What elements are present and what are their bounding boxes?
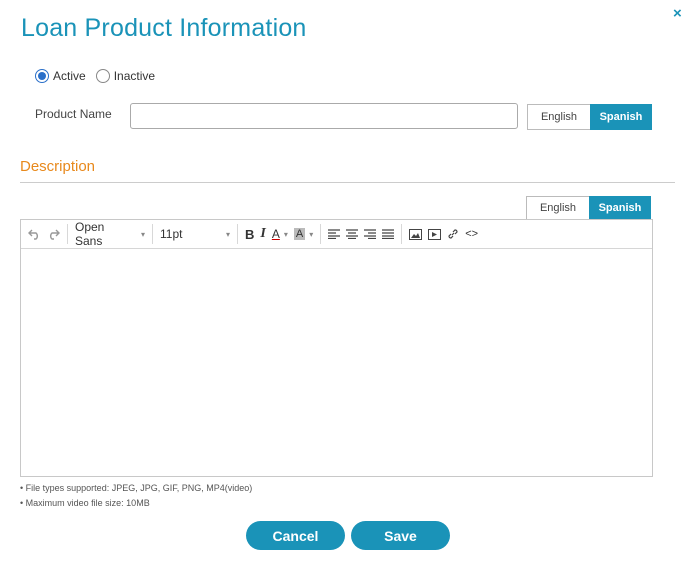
product-name-input[interactable] [130, 103, 518, 129]
radio-inactive[interactable]: Inactive [95, 69, 156, 83]
chevron-down-icon: ▾ [309, 229, 314, 239]
save-button[interactable]: Save [351, 521, 450, 550]
desc-lang-english-button[interactable]: English [526, 196, 589, 220]
radio-active[interactable]: Active [35, 69, 86, 83]
font-color-icon: A [271, 227, 280, 241]
editor-content-area[interactable] [21, 249, 652, 477]
description-divider [20, 182, 675, 183]
radio-active-label: Active [53, 69, 86, 83]
radio-active-indicator[interactable] [35, 69, 49, 83]
rich-text-editor: Open Sans ▾ 11pt ▾ B I A ▾ A ▾ <> [20, 219, 653, 477]
product-name-language-toggle: English Spanish [527, 104, 652, 130]
align-center-icon[interactable] [343, 223, 361, 245]
description-heading: Description [20, 158, 96, 175]
insert-image-icon[interactable] [406, 223, 425, 245]
font-family-dropdown[interactable]: Open Sans ▾ [72, 220, 148, 248]
note-clip-container: • Maximum video file size: 10MB [20, 497, 320, 506]
close-icon[interactable]: × [673, 6, 682, 22]
align-right-icon[interactable] [361, 223, 379, 245]
dialog-title: Loan Product Information [21, 14, 307, 42]
insert-video-icon[interactable] [425, 223, 444, 245]
toolbar-separator [237, 224, 238, 244]
chevron-down-icon: ▾ [140, 229, 145, 239]
status-radio-group: Active Inactive [35, 69, 165, 83]
align-justify-icon[interactable] [379, 223, 397, 245]
undo-icon[interactable] [25, 223, 44, 245]
font-size-value: 11pt [160, 227, 183, 241]
font-size-dropdown[interactable]: 11pt ▾ [157, 223, 233, 245]
description-language-toggle: English Spanish [526, 196, 651, 220]
product-name-label: Product Name [35, 107, 112, 121]
chevron-down-icon: ▾ [225, 229, 230, 239]
font-color-button[interactable]: A ▾ [269, 223, 291, 245]
max-file-size-note: • Maximum video file size: 10MB [20, 498, 150, 506]
italic-icon[interactable]: I [257, 223, 268, 245]
toolbar-separator [67, 224, 68, 244]
redo-icon[interactable] [44, 223, 63, 245]
background-color-button[interactable]: A ▾ [291, 223, 316, 245]
toolbar-separator [152, 224, 153, 244]
cancel-button[interactable]: Cancel [246, 521, 345, 550]
chevron-down-icon: ▾ [283, 229, 288, 239]
lang-spanish-button[interactable]: Spanish [590, 104, 652, 130]
file-types-note: • File types supported: JPEG, JPG, GIF, … [20, 483, 253, 493]
editor-toolbar: Open Sans ▾ 11pt ▾ B I A ▾ A ▾ <> [21, 220, 652, 249]
toolbar-separator [320, 224, 322, 244]
font-family-value: Open Sans [75, 220, 105, 248]
radio-inactive-label: Inactive [113, 69, 156, 83]
insert-link-icon[interactable] [444, 223, 462, 245]
toolbar-separator [401, 224, 403, 244]
loan-product-dialog: Loan Product Information × Active Inacti… [0, 0, 688, 565]
bold-icon[interactable]: B [242, 223, 257, 245]
align-left-icon[interactable] [325, 223, 343, 245]
background-color-icon: A [293, 228, 306, 240]
desc-lang-spanish-button[interactable]: Spanish [589, 196, 651, 220]
code-view-icon[interactable]: <> [462, 223, 481, 245]
radio-inactive-indicator[interactable] [95, 69, 110, 83]
lang-english-button[interactable]: English [527, 104, 590, 130]
